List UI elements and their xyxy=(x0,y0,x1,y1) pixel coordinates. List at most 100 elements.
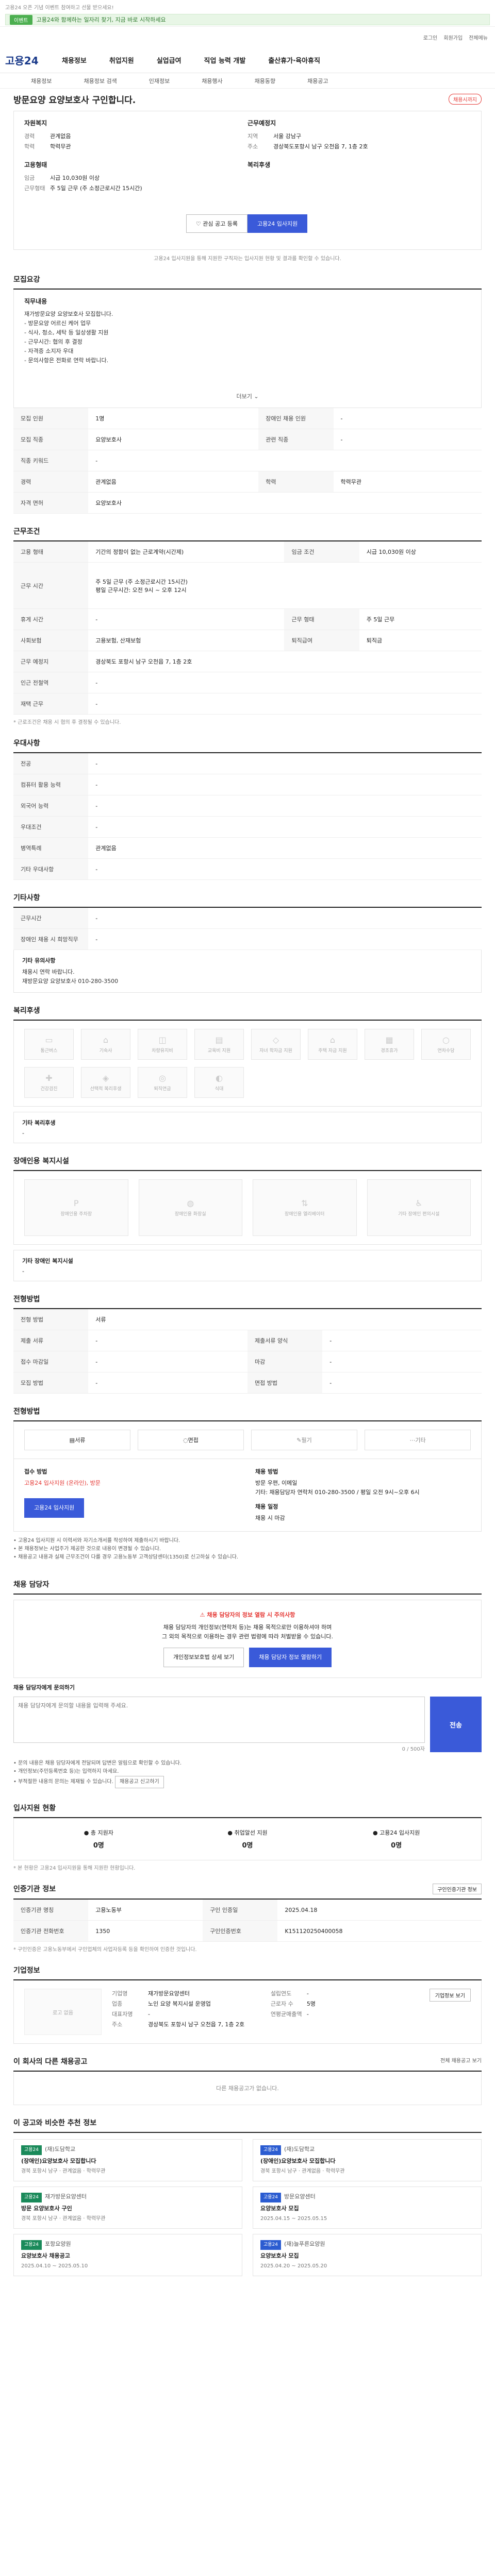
more-label: 더보기 xyxy=(236,393,252,400)
card-meta: 경북 포항시 남구 · 관계없음 · 학력무관 xyxy=(260,2168,345,2174)
book-icon: ▤ xyxy=(215,1035,223,1045)
all-jobs-link[interactable]: 전체 채용공고 보기 xyxy=(440,2056,482,2066)
card-meta: 경북 포항시 남구 · 관계없음 · 학력무관 xyxy=(21,2168,106,2174)
summary-head: 고용형태 xyxy=(24,161,47,168)
nav-item[interactable]: 채용정보 xyxy=(62,55,87,65)
welfare-label: 식대 xyxy=(214,1087,224,1092)
recruit-info-button[interactable]: 구인인증기관 정보 xyxy=(433,1884,482,1894)
subnav-item[interactable]: 채용동향 xyxy=(255,77,275,85)
welfare-item: ○ 연차수당 xyxy=(421,1029,471,1060)
welfare-label: 퇴직연금 xyxy=(154,1087,171,1092)
join-link[interactable]: 회원가입 xyxy=(443,33,463,41)
value: - xyxy=(333,429,482,450)
subnav-item[interactable]: 채용정보 xyxy=(31,77,52,85)
value: - xyxy=(322,1372,482,1394)
subnav-item[interactable]: 채용공고 xyxy=(307,77,328,85)
value: - xyxy=(88,928,482,950)
site-logo[interactable]: 고용24 xyxy=(5,53,62,67)
label: 우대조건 xyxy=(13,816,89,838)
card-org: 재가방문요양센터 xyxy=(45,2193,87,2200)
report-button[interactable]: 채용공고 신고하기 xyxy=(114,1776,164,1788)
table-row: 모집 방법 - 면접 방법 - xyxy=(13,1372,482,1394)
view-contact-button[interactable]: 채용 담당자 정보 열람하기 xyxy=(249,1648,332,1667)
card-meta: 2025.04.15 ~ 2025.05.15 xyxy=(260,2216,327,2222)
card-org: (재)늘푸른요양원 xyxy=(284,2241,325,2247)
company-info-button[interactable]: 기업정보 보기 xyxy=(429,1989,471,2002)
label: 전형 방법 xyxy=(13,1309,89,1330)
table-row: 근무 시간 주 5일 근무 (주 소정근로시간 15시간) 평일 근무시간: 오전… xyxy=(13,562,482,609)
label: 장애인 채용 시 희망직무 xyxy=(13,928,89,950)
table-row: 인근 전철역 - xyxy=(13,672,482,693)
inquiry-input[interactable] xyxy=(13,1697,425,1743)
value: - xyxy=(88,1351,248,1372)
value: 서울 강남구 xyxy=(273,133,302,140)
login-link[interactable]: 로그인 xyxy=(423,33,438,41)
nav-item[interactable]: 직업 능력 개발 xyxy=(204,55,246,65)
subnav-item[interactable]: 채용행사 xyxy=(202,77,222,85)
job-summary: 자원복지 경력 관계없음 학력 학력무관 고용형태 임금 시급 10,030원 이상 … xyxy=(13,111,482,250)
nav-item[interactable]: 실업급여 xyxy=(157,55,182,65)
nav-item[interactable]: 취업지원 xyxy=(109,55,134,65)
welfare-item: ◐ 식대 xyxy=(194,1067,244,1098)
value: 재가방문요양센터 xyxy=(148,1990,190,1997)
welfare-item: ⌂ 기숙사 xyxy=(81,1029,130,1060)
recruit-table: 인증기관 명칭 고용노동부 구인 인증일 2025.04.18 인증기관 전화번호 13… xyxy=(13,1900,482,1942)
save-job-button[interactable]: ♡ 관심 공고 등록 xyxy=(186,214,248,233)
etc-label: 기타 복리후생 xyxy=(22,1120,56,1126)
recommend-card[interactable]: 고용24 (재)도담학교 (장애인)요양보호사 모집합니다 경북 포항시 남구 · 관… xyxy=(13,2139,242,2181)
section-title: 이 회사의 다른 채용공고 xyxy=(13,2058,88,2066)
stat-value: 0명 xyxy=(242,1842,253,1850)
bullet: • 문의 내용은 채용 담당자에게 전달되며 답변은 알림으로 확인할 수 있습… xyxy=(13,1760,182,1766)
char-counter: 0 / 500자 xyxy=(402,1747,425,1752)
more-button[interactable]: 더보기 ⌄ xyxy=(24,392,471,400)
infra-label: 장애인용 엘리베이터 xyxy=(285,1212,325,1217)
bullet: • 본 채용정보는 사업주가 제공한 것으로 내용이 변경될 수 있습니다. xyxy=(13,1546,161,1552)
value: 1350 xyxy=(88,1920,203,1942)
label: 외국어 능력 xyxy=(13,795,89,817)
chevron-down-icon: ⌄ xyxy=(254,393,259,400)
value: 퇴직금 xyxy=(359,630,482,651)
bullet: • 부적절한 내용의 문의는 제재될 수 있습니다. 채용공고 신고하기 xyxy=(13,1776,482,1788)
sitemap-link[interactable]: 전체메뉴 xyxy=(469,33,488,41)
source-tag: 고용24 xyxy=(21,2240,42,2250)
subnav-item[interactable]: 채용정보 검색 xyxy=(84,77,117,85)
label: 경력 xyxy=(13,471,89,493)
recommend-card[interactable]: 고용24 방문요양센터 요양보호사 모집 2025.04.15 ~ 2025.05.1… xyxy=(253,2187,482,2229)
section-title: 모집요강 xyxy=(13,274,482,290)
recommend-card[interactable]: 고용24 (재)늘푸른요양원 요양보호사 모집 2025.04.20 ~ 2025.0… xyxy=(253,2234,482,2276)
label: 설립연도 xyxy=(270,1990,292,1997)
value: 경상북도포항시 남구 오천읍 7, 1층 2호 xyxy=(273,143,368,150)
subnav-item[interactable]: 인재정보 xyxy=(149,77,170,85)
calendar-icon: ▦ xyxy=(385,1035,393,1045)
label: 제출 서류 xyxy=(13,1330,89,1351)
card-meta: 경북 포항시 남구 · 관계없음 · 학력무관 xyxy=(21,2216,106,2222)
welfare-label: 통근버스 xyxy=(40,1048,58,1054)
welfare-item: ◫ 차량유지비 xyxy=(138,1029,187,1060)
step-item: ▤ 서류 xyxy=(24,1430,130,1450)
table-row: 자격 면허 요양보호사 xyxy=(13,492,482,514)
gift-icon: ◈ xyxy=(102,1073,109,1083)
apply-online-button[interactable]: 고용24 입사지원 xyxy=(24,1498,85,1518)
recommend-card[interactable]: 고용24 재가방문요양센터 방문 요양보호사 구인 경북 포항시 남구 · 관계없음 … xyxy=(13,2187,242,2229)
bullet-text: 개인정보(주민등록번호 등)는 입력하지 마세요. xyxy=(18,1769,119,1774)
label: 근로자 수 xyxy=(270,2001,293,2007)
nav-item[interactable]: 출산휴가·육아휴직 xyxy=(268,55,320,65)
value: 학력무관 xyxy=(50,143,71,150)
label: 구인인증번호 xyxy=(203,1920,278,1942)
stat-label: 취업알선 지원 xyxy=(234,1829,268,1836)
label: 모집 방법 xyxy=(13,1372,89,1394)
value: 고용보험, 산재보험 xyxy=(88,630,285,651)
privacy-law-button[interactable]: 개인정보보호법 상세 보기 xyxy=(163,1648,244,1667)
value: - xyxy=(88,795,482,817)
apply-button[interactable]: 고용24 입사지원 xyxy=(248,214,308,233)
table-row: 경력 관계없음 학력 학력무관 xyxy=(13,471,482,493)
pension-icon: ◎ xyxy=(159,1073,166,1083)
event-bar[interactable]: 이벤트 고용24와 함께하는 일자리 찾기, 지금 바로 시작하세요 xyxy=(5,14,490,25)
send-button[interactable]: 전송 xyxy=(430,1697,482,1752)
etc-value: - xyxy=(22,1268,24,1275)
recommend-card[interactable]: 고용24 포항요양원 요양보호사 채용공고 2025.04.10 ~ 2025.05.… xyxy=(13,2234,242,2276)
recommend-card[interactable]: 고용24 (재)도담학교 (장애인)요양보호사 모집합니다 경북 포항시 남구 · 관… xyxy=(253,2139,482,2181)
bullet-text: 채용공고 내용과 실제 근무조건이 다를 경우 고용노동부 고객상담센터(135… xyxy=(18,1554,239,1560)
inquiry-label: 채용 담당자에게 문의하기 xyxy=(13,1684,75,1691)
meal-icon: ◐ xyxy=(216,1073,223,1083)
